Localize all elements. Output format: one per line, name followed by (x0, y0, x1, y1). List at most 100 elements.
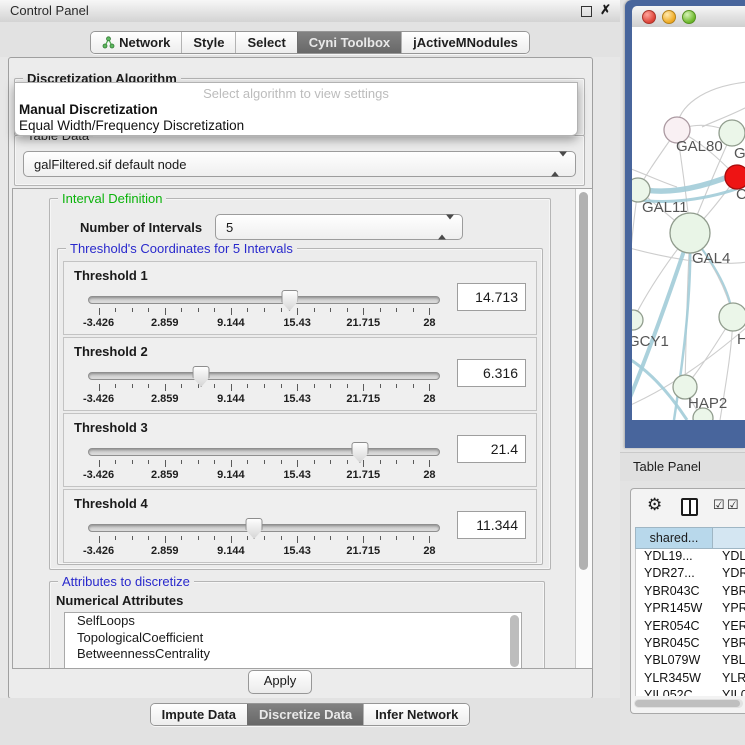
column-header-name[interactable]: n... (713, 527, 745, 549)
tab-infer-network[interactable]: Infer Network (363, 704, 469, 725)
cell-shared-name[interactable]: YBL079W (636, 653, 714, 670)
horizontal-scrollbar[interactable] (634, 699, 743, 708)
tick-label: 2.859 (151, 393, 179, 405)
slider-tick (132, 460, 133, 464)
threshold-slider[interactable]: -3.4262.8599.14415.4321.71528 (88, 292, 440, 330)
slider-tick (247, 460, 248, 464)
cell-name[interactable]: YBR0 (714, 584, 745, 601)
slider-tick (413, 536, 414, 540)
checkbox-icon[interactable]: ☑ (713, 497, 725, 513)
table-data-combobox[interactable]: galFiltered.sif default node (23, 151, 576, 177)
cell-shared-name[interactable]: YDR27... (636, 566, 714, 583)
gear-icon[interactable]: ⚙ (647, 495, 662, 515)
slider-tick (380, 460, 381, 464)
cell-name[interactable]: YIL0 (714, 688, 745, 696)
table-row[interactable]: YBR043CYBR0 (636, 584, 745, 601)
tab-impute-data[interactable]: Impute Data (151, 704, 247, 725)
node-table: shared... n... YDL19...YDL1YDR27...YDR2Y… (635, 527, 745, 696)
slider-tick (99, 536, 100, 543)
float-window-icon[interactable] (581, 6, 592, 17)
column-header-shared-name[interactable]: shared... (635, 527, 713, 549)
cell-shared-name[interactable]: YDL19... (636, 549, 714, 566)
number-of-intervals-spinner[interactable]: 5 (215, 214, 463, 240)
horizontal-scrollbar-thumb[interactable] (635, 700, 740, 707)
minimize-traffic-light-icon[interactable] (662, 10, 676, 24)
node-label-c[interactable]: C (736, 186, 745, 203)
tab-jactivemnodules[interactable]: jActiveMNodules (401, 32, 529, 53)
checkbox-icon[interactable]: ☑ (727, 497, 739, 513)
slider-thumb[interactable] (281, 290, 298, 311)
slider-tick (380, 384, 381, 388)
threshold-label: Threshold 4 (74, 496, 148, 511)
tab-network[interactable]: Network (91, 32, 181, 53)
cell-shared-name[interactable]: YBR043C (636, 584, 714, 601)
apply-button[interactable]: Apply (248, 670, 312, 694)
threshold-value-box[interactable]: 11.344 (457, 511, 526, 539)
tab-cyni-toolbox[interactable]: Cyni Toolbox (297, 32, 401, 53)
table-row[interactable]: YIL052CYIL0 (636, 688, 745, 696)
cell-name[interactable]: YER0 (714, 619, 745, 636)
cell-name[interactable]: YBR0 (714, 636, 745, 653)
table-row[interactable]: YDL19...YDL1 (636, 549, 745, 566)
dropdown-option-manual[interactable]: Manual Discretization (19, 102, 573, 117)
slider-track[interactable] (88, 448, 440, 456)
node-label-gal80[interactable]: GAL80 (676, 138, 723, 155)
slider-track[interactable] (88, 372, 440, 380)
cell-name[interactable]: YDL1 (714, 549, 745, 566)
slider-tick (115, 308, 116, 312)
attribute-list-item[interactable]: BetweennessCentrality (65, 646, 521, 663)
slider-tick (148, 384, 149, 388)
vertical-scrollbar-thumb[interactable] (579, 192, 588, 570)
table-header-row: shared... n... (635, 527, 745, 549)
zoom-traffic-light-icon[interactable] (682, 10, 696, 24)
tick-label: 15.43 (283, 317, 311, 329)
node-label-ga[interactable]: GA (734, 145, 745, 162)
close-traffic-light-icon[interactable] (642, 10, 656, 24)
table-row[interactable]: YDR27...YDR2 (636, 566, 745, 583)
cell-shared-name[interactable]: YER054C (636, 619, 714, 636)
node-label-h[interactable]: H (737, 331, 745, 348)
table-row[interactable]: YLR345WYLR3 (636, 671, 745, 688)
tab-select[interactable]: Select (235, 32, 296, 53)
node-label-gal4[interactable]: GAL4 (692, 250, 730, 267)
cell-shared-name[interactable]: YIL052C (636, 688, 714, 696)
threshold-value-box[interactable]: 14.713 (457, 283, 526, 311)
table-row[interactable]: YER054CYER0 (636, 619, 745, 636)
table-row[interactable]: YBR045CYBR0 (636, 636, 745, 653)
slider-tick (297, 460, 298, 467)
network-canvas[interactable]: GAL80 GA C GAL11 GAL4 GCY1 H HAP2 (632, 27, 745, 420)
slider-tick (363, 308, 364, 315)
threshold-slider[interactable]: -3.4262.8599.14415.4321.71528 (88, 444, 440, 482)
tab-style[interactable]: Style (181, 32, 235, 53)
split-columns-icon[interactable] (681, 498, 698, 516)
cell-shared-name[interactable]: YLR345W (636, 671, 714, 688)
cell-shared-name[interactable]: YBR045C (636, 636, 714, 653)
attribute-list-item[interactable]: TopologicalCoefficient (65, 630, 521, 647)
threshold-value-box[interactable]: 6.316 (457, 359, 526, 387)
close-icon[interactable]: ✗ (600, 2, 611, 18)
cell-name[interactable]: YPR1 (714, 601, 745, 618)
node-label-hap2[interactable]: HAP2 (688, 395, 727, 412)
table-row[interactable]: YPR145WYPR1 (636, 601, 745, 618)
cell-name[interactable]: YLR3 (714, 671, 745, 688)
cell-name[interactable]: YDR2 (714, 566, 745, 583)
tab-discretize-data[interactable]: Discretize Data (247, 704, 363, 725)
threshold-slider[interactable]: -3.4262.8599.14415.4321.71528 (88, 368, 440, 406)
cell-name[interactable]: YBL0 (714, 653, 745, 670)
list-scrollbar[interactable] (510, 615, 519, 667)
slider-track[interactable] (88, 524, 440, 532)
node-label-gal11[interactable]: GAL11 (642, 199, 688, 216)
attribute-list-item[interactable]: SelfLoops (65, 613, 521, 630)
dropdown-option-equal-width[interactable]: Equal Width/Frequency Discretization (19, 118, 573, 133)
numerical-attributes-list[interactable]: SelfLoopsTopologicalCoefficientBetweenne… (64, 612, 522, 669)
slider-track[interactable] (88, 296, 440, 304)
threshold-value-box[interactable]: 21.4 (457, 435, 526, 463)
table-row[interactable]: YBL079WYBL0 (636, 653, 745, 670)
slider-thumb[interactable] (351, 442, 368, 463)
threshold-slider[interactable]: -3.4262.8599.14415.4321.71528 (88, 520, 440, 558)
slider-tick (396, 308, 397, 312)
slider-thumb[interactable] (193, 366, 210, 387)
cell-shared-name[interactable]: YPR145W (636, 601, 714, 618)
vertical-scrollbar[interactable] (575, 189, 592, 668)
node-label-gcy1[interactable]: GCY1 (632, 333, 669, 350)
